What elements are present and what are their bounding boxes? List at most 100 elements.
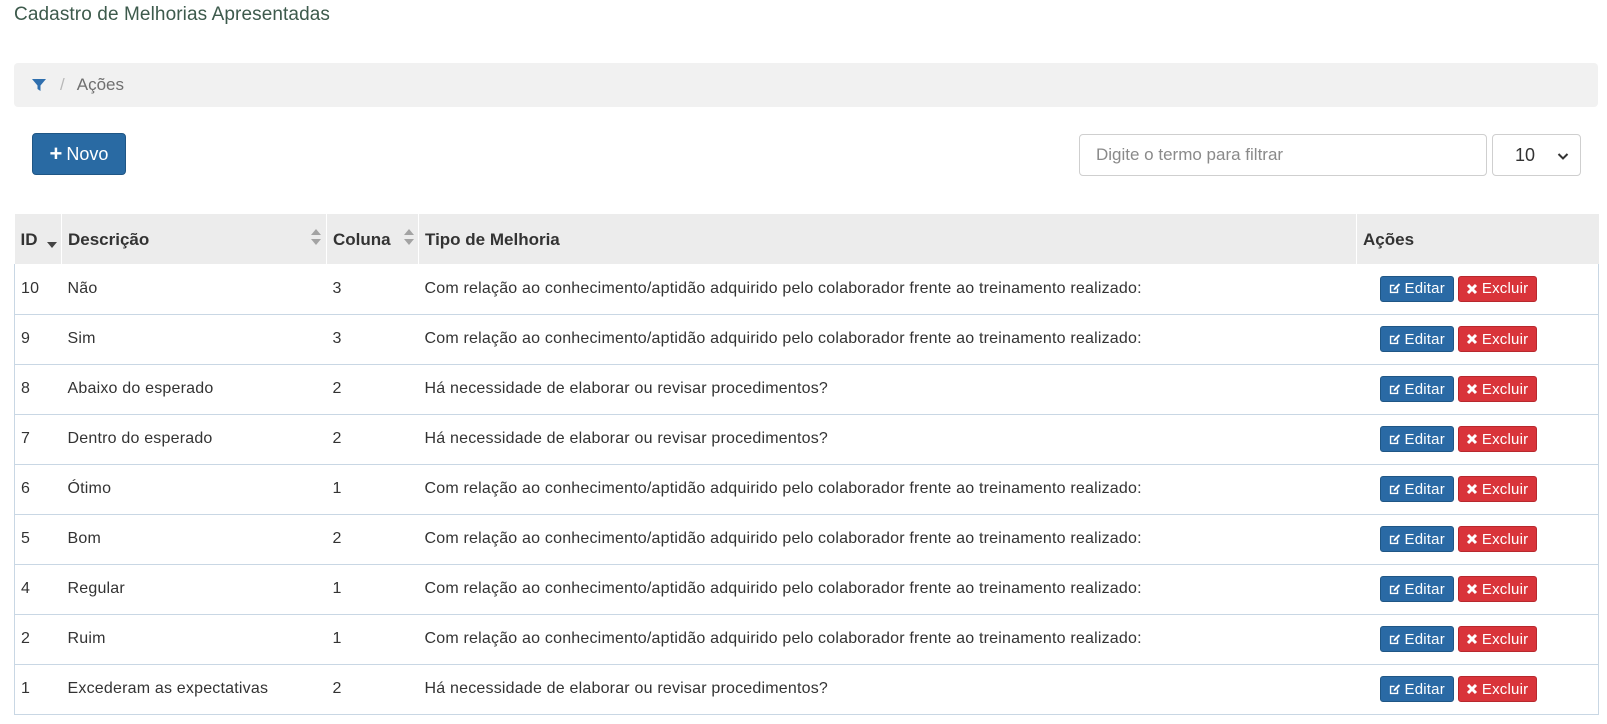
cell-tipo: Com relação ao conhecimento/aptidão adqu… <box>424 480 1142 497</box>
edit-button-label: Editar <box>1404 430 1445 448</box>
close-icon <box>1466 333 1482 345</box>
table-row: 10 Não 3 Com relação ao conhecimento/aptidã… <box>14 264 1599 314</box>
column-header-id[interactable]: ID <box>14 214 62 264</box>
cell-acoes: Editar Excluir <box>1356 514 1599 564</box>
column-header-acoes: Ações <box>1357 214 1599 264</box>
cell-descricao: Excederam as expectativas <box>67 680 269 697</box>
delete-button[interactable]: Excluir <box>1457 676 1538 702</box>
delete-button-label: Excluir <box>1481 530 1529 548</box>
cell-coluna: 1 <box>332 580 342 597</box>
cell-coluna: 1 <box>332 480 342 497</box>
column-header-id-label: ID <box>20 230 38 249</box>
row-actions: Editar Excluir <box>1363 676 1593 702</box>
edit-button[interactable]: Editar <box>1379 275 1454 302</box>
edit-button[interactable]: Editar <box>1379 576 1454 602</box>
cell-tipo: Há necessidade de elaborar ou revisar pr… <box>424 680 829 697</box>
new-button[interactable]: + Novo <box>32 133 126 175</box>
row-actions: Editar Excluir <box>1363 476 1593 502</box>
page-title: Cadastro de Melhorias Apresentadas <box>14 4 331 25</box>
cell-descricao: Ótimo <box>67 480 112 497</box>
cell-id: 2 <box>14 614 62 664</box>
edit-button[interactable]: Editar <box>1379 476 1454 502</box>
edit-icon <box>1388 333 1405 346</box>
close-icon <box>1466 433 1482 445</box>
delete-button-label: Excluir <box>1481 380 1529 398</box>
close-icon <box>1466 483 1482 495</box>
delete-button[interactable]: Excluir <box>1457 426 1538 452</box>
cell-tipo: Com relação ao conhecimento/aptidão adqu… <box>424 580 1142 597</box>
table-header-row: ID Descrição Coluna Tipo de Melhoria Açõ… <box>14 214 1599 264</box>
edit-button[interactable]: Editar <box>1379 326 1454 352</box>
cell-id: 7 <box>14 414 62 464</box>
delete-button[interactable]: Excluir <box>1457 275 1538 302</box>
edit-button[interactable]: Editar <box>1379 426 1454 452</box>
cell-tipo: Com relação ao conhecimento/aptidão adqu… <box>424 279 1142 297</box>
row-actions: Editar Excluir <box>1363 576 1593 602</box>
page-size-value: 10 <box>1515 144 1536 165</box>
table-row: 4 Regular 1 Com relação ao conhecimento/apt… <box>14 564 1599 614</box>
improvements-table: ID Descrição Coluna Tipo de Melhoria Açõ… <box>14 214 1599 715</box>
edit-button-label: Editar <box>1404 330 1445 348</box>
edit-button[interactable]: Editar <box>1379 626 1454 652</box>
cell-acoes: Editar Excluir <box>1356 414 1599 464</box>
breadcrumb: / Ações <box>14 63 1598 107</box>
delete-button[interactable]: Excluir <box>1457 626 1538 652</box>
cell-id: 10 <box>14 264 62 314</box>
edit-icon <box>1388 683 1405 696</box>
row-actions: Editar Excluir <box>1363 275 1593 302</box>
cell-tipo: Com relação ao conhecimento/aptidão adqu… <box>424 630 1142 647</box>
cell-coluna: 3 <box>332 330 342 347</box>
cell-descricao: Abaixo do esperado <box>67 380 214 397</box>
filter-icon[interactable] <box>31 77 47 93</box>
delete-button[interactable]: Excluir <box>1457 526 1538 552</box>
close-icon <box>1466 533 1482 545</box>
edit-icon <box>1388 483 1405 496</box>
cell-descricao: Ruim <box>67 630 106 647</box>
filter-input[interactable] <box>1079 134 1487 176</box>
cell-id: 8 <box>14 364 62 414</box>
table-row: 5 Bom 2 Com relação ao conhecimento/aptidão… <box>14 514 1599 564</box>
delete-button-label: Excluir <box>1481 280 1529 298</box>
table-row: 6 Ótimo 1 Com relação ao conhecimento/aptid… <box>14 464 1599 514</box>
delete-button-label: Excluir <box>1481 680 1529 698</box>
cell-tipo: Há necessidade de elaborar ou revisar pr… <box>424 380 829 397</box>
edit-button[interactable]: Editar <box>1379 376 1454 402</box>
column-header-acoes-label: Ações <box>1363 230 1415 249</box>
delete-button-label: Excluir <box>1481 430 1529 448</box>
breadcrumb-current: Ações <box>76 75 124 94</box>
cell-tipo: Com relação ao conhecimento/aptidão adqu… <box>424 330 1142 347</box>
close-icon <box>1466 583 1482 595</box>
delete-button[interactable]: Excluir <box>1457 376 1538 402</box>
chevron-down-icon <box>1556 147 1570 168</box>
edit-button-label: Editar <box>1404 480 1445 498</box>
column-header-descricao[interactable]: Descrição <box>61 214 327 264</box>
cell-acoes: Editar Excluir <box>1356 364 1599 414</box>
page-size-select[interactable]: 10 <box>1492 134 1581 176</box>
column-header-coluna[interactable]: Coluna <box>326 214 419 264</box>
cell-acoes: Editar Excluir <box>1356 564 1599 614</box>
table-row: 1 Excederam as expectativas 2 Há necessidad… <box>14 664 1599 714</box>
cell-descricao: Não <box>67 279 98 297</box>
edit-button[interactable]: Editar <box>1379 526 1454 552</box>
cell-coluna: 2 <box>332 530 342 547</box>
edit-button[interactable]: Editar <box>1379 676 1454 702</box>
delete-button-label: Excluir <box>1481 630 1529 648</box>
close-icon <box>1466 383 1482 395</box>
edit-button-label: Editar <box>1404 580 1445 598</box>
delete-button[interactable]: Excluir <box>1457 576 1538 602</box>
cell-id: 6 <box>14 464 62 514</box>
sort-icon <box>311 229 321 250</box>
column-header-coluna-label: Coluna <box>333 230 391 249</box>
plus-icon: + <box>49 141 63 166</box>
column-header-tipo-label: Tipo de Melhoria <box>425 230 560 249</box>
delete-button[interactable]: Excluir <box>1457 476 1538 502</box>
delete-button-label: Excluir <box>1481 580 1529 598</box>
row-actions: Editar Excluir <box>1363 626 1593 652</box>
edit-icon <box>1388 533 1405 546</box>
cell-coluna: 2 <box>332 430 342 447</box>
delete-button-label: Excluir <box>1481 480 1529 498</box>
edit-icon <box>1388 583 1405 596</box>
cell-descricao: Regular <box>67 580 125 597</box>
delete-button[interactable]: Excluir <box>1457 326 1538 352</box>
cell-coluna: 3 <box>332 279 342 297</box>
